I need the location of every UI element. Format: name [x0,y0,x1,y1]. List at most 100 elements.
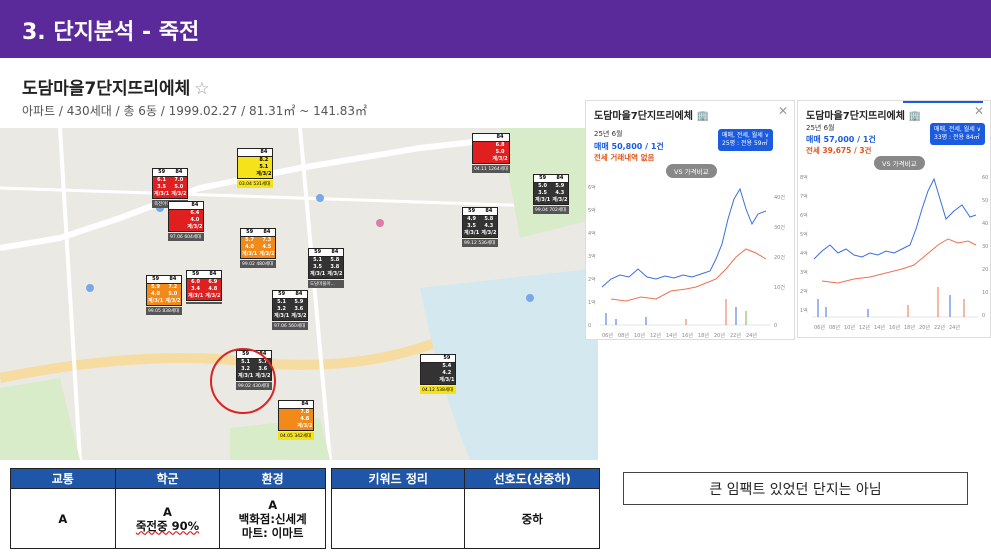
y-label: 2억 [800,288,808,295]
marker-jeonse: 5.0 [164,291,182,298]
close-icon[interactable]: ✕ [974,104,984,118]
marker-size: 59 [438,355,456,363]
map-marker[interactable]: 59 5.4 4.2 계/3/1 04.12 538세대 [420,354,457,394]
marker-label: 99.04 702세대 [533,206,570,214]
map-marker[interactable]: 84 7.8 4.8 계/3/2 04.05 342세대 [278,400,315,440]
y-label: 7억 [800,193,808,200]
tab-underline [903,101,983,103]
y-right-label: 10건 [774,284,785,291]
marker-type: 계/3/1 [153,191,171,198]
map-marker[interactable]: 59 84 5.7 7.3 4.0 4.5 계/3/1 계/3/2 99.02 480세… [240,228,277,268]
marker-grid: 59 5.4 4.2 계/3/1 [420,354,457,385]
panel-jeonse: 전세 39,675 / 3건 [806,146,872,155]
marker-size: 84 [551,175,569,183]
y-right-label: 30건 [774,224,785,231]
school-grade: A [163,504,172,519]
marker-size: 59 [534,175,552,183]
marker-jeonse: 3.2 [273,306,291,313]
marker-type: 계/3/2 [290,313,308,320]
close-icon[interactable]: ✕ [778,104,788,118]
keywords-cell [330,488,466,549]
x-label: 18년 [698,332,709,339]
marker-label: 04.12 538세대 [420,386,457,394]
y-right-label: 0 [982,313,985,319]
marker-sale: 5.8 [480,216,498,223]
marker-type: 계/3/2 [258,251,276,258]
map-marker[interactable]: 84 8.2 5.1 계/3/2 03.04 531세대 [237,148,274,188]
marker-size: 59 [153,169,171,177]
x-label: 06년 [602,332,613,339]
map-marker[interactable]: 84 6.4 4.0 계/3/2 97.06 604세대 [168,201,205,241]
y-label: 6억 [588,184,596,191]
marker-jeonse [421,370,439,377]
map-marker[interactable]: 59 84 5.0 5.9 3.5 4.3 계/3/1 계/3/2 99.04 702세… [533,174,570,214]
y-right-label: 40건 [774,194,785,201]
map-marker[interactable]: 59 84 6.0 6.9 3.4 4.8 계/3/1 계/3/2 [186,270,223,304]
marker-jeonse: 3.5 [309,264,327,271]
marker-size [169,202,187,210]
marker-jeonse: 4.8 [296,416,314,423]
marker-jeonse: 5.1 [255,164,273,171]
panel-sale: 매매 57,000 / 1건 [806,135,876,144]
marker-size: 84 [258,229,276,237]
y-label: 0 [588,323,591,329]
filter-dropdown[interactable]: 매매, 전세, 월세 ∨ 33평 : 전용 84㎡ [930,123,986,145]
marker-jeonse [473,149,492,156]
marker-jeonse: 4.5 [258,244,276,251]
y-right-label: 0 [774,323,777,329]
y-label: 3억 [588,253,596,260]
marker-jeonse: 4.3 [551,190,569,197]
table-row: 중하 [330,488,600,549]
marker-size: 84 [186,202,204,210]
panel-title: 도담마을7단지뜨리에체 🏢 [806,111,921,122]
map-marker[interactable]: 59 84 5.1 5.8 3.5 3.8 계/3/1 계/3/2 도담마을아... [308,248,345,288]
environment-cell: A 백화점:신세계 마트: 이마트 [219,488,326,549]
y-right-label: 50 [982,198,988,204]
panel-jeonse: 전세 거래내역 없음 [594,153,655,162]
x-label: 24년 [949,324,960,331]
marker-type: 계/3/2 [296,423,314,430]
y-right-label: 30 [982,244,988,250]
marker-jeonse: 5.0 [170,184,188,191]
marker-size: 59 [309,249,327,257]
x-label: 22년 [934,324,945,331]
marker-type: 계/3/1 [438,377,456,384]
x-label: 12년 [859,324,870,331]
marker-type: 계/3/2 [170,191,188,198]
map-marker[interactable]: 59 84 4.9 5.8 3.5 4.3 계/3/1 계/3/2 99.12 536세… [462,207,499,247]
vs-compare-button[interactable]: VS 가격비교 [874,156,925,170]
env-grade: A [268,497,278,512]
marker-size [279,401,297,409]
marker-sale: 4.9 [463,216,481,223]
panel-date: 25년 6월 [594,130,623,138]
marker-type: 계/3/2 [326,271,344,278]
highlight-circle [210,348,276,414]
marker-jeonse [169,217,187,224]
map-view[interactable]: 59 84 6.1 7.0 3.5 5.0 계/3/1 계/3/2 죽전아이뷰 84 8… [0,128,598,460]
marker-label: 99.12 536세대 [462,239,499,247]
y-label: 4억 [588,230,596,237]
marker-jeonse: 3.8 [326,264,344,271]
y-right-label: 20건 [774,254,785,261]
vs-compare-button[interactable]: VS 가격비교 [666,164,717,178]
marker-type [421,377,439,384]
marker-type: 계/3/2 [480,230,498,237]
x-label: 10년 [844,324,855,331]
marker-grid: 59 84 5.9 7.2 4.0 5.0 계/3/1 계/3/2 [146,275,183,306]
map-marker[interactable]: 59 84 5.1 5.9 3.2 3.6 계/3/1 계/3/2 97.06 560세… [272,290,309,330]
price-panel-84: 도담마을7단지뜨리에체 🏢 ✕ 25년 6월 매매 57,000 / 1건 전세… [797,100,991,338]
transport-grade: A [10,488,116,549]
marker-type: 계/3/1 [187,293,205,300]
marker-label: 04.05 342세대 [278,432,315,440]
marker-label [186,302,223,304]
marker-size: 84 [491,134,510,142]
y-label: 5억 [588,207,596,214]
map-marker[interactable]: 84 6.8 5.0 계/3/2 04.11 1264세대 [472,133,511,173]
y-label: 1억 [800,307,808,314]
marker-type: 계/3/2 [204,293,222,300]
table-header: 교통 [10,468,116,489]
filter-dropdown[interactable]: 매매, 전세, 월세 ∨ 25평 : 전용 59㎡ [718,129,774,151]
map-marker[interactable]: 59 84 5.9 7.2 4.0 5.0 계/3/1 계/3/2 99.05 838세… [146,275,183,315]
favorite-star-icon[interactable]: ☆ [194,79,209,99]
x-label: 10년 [634,332,645,339]
